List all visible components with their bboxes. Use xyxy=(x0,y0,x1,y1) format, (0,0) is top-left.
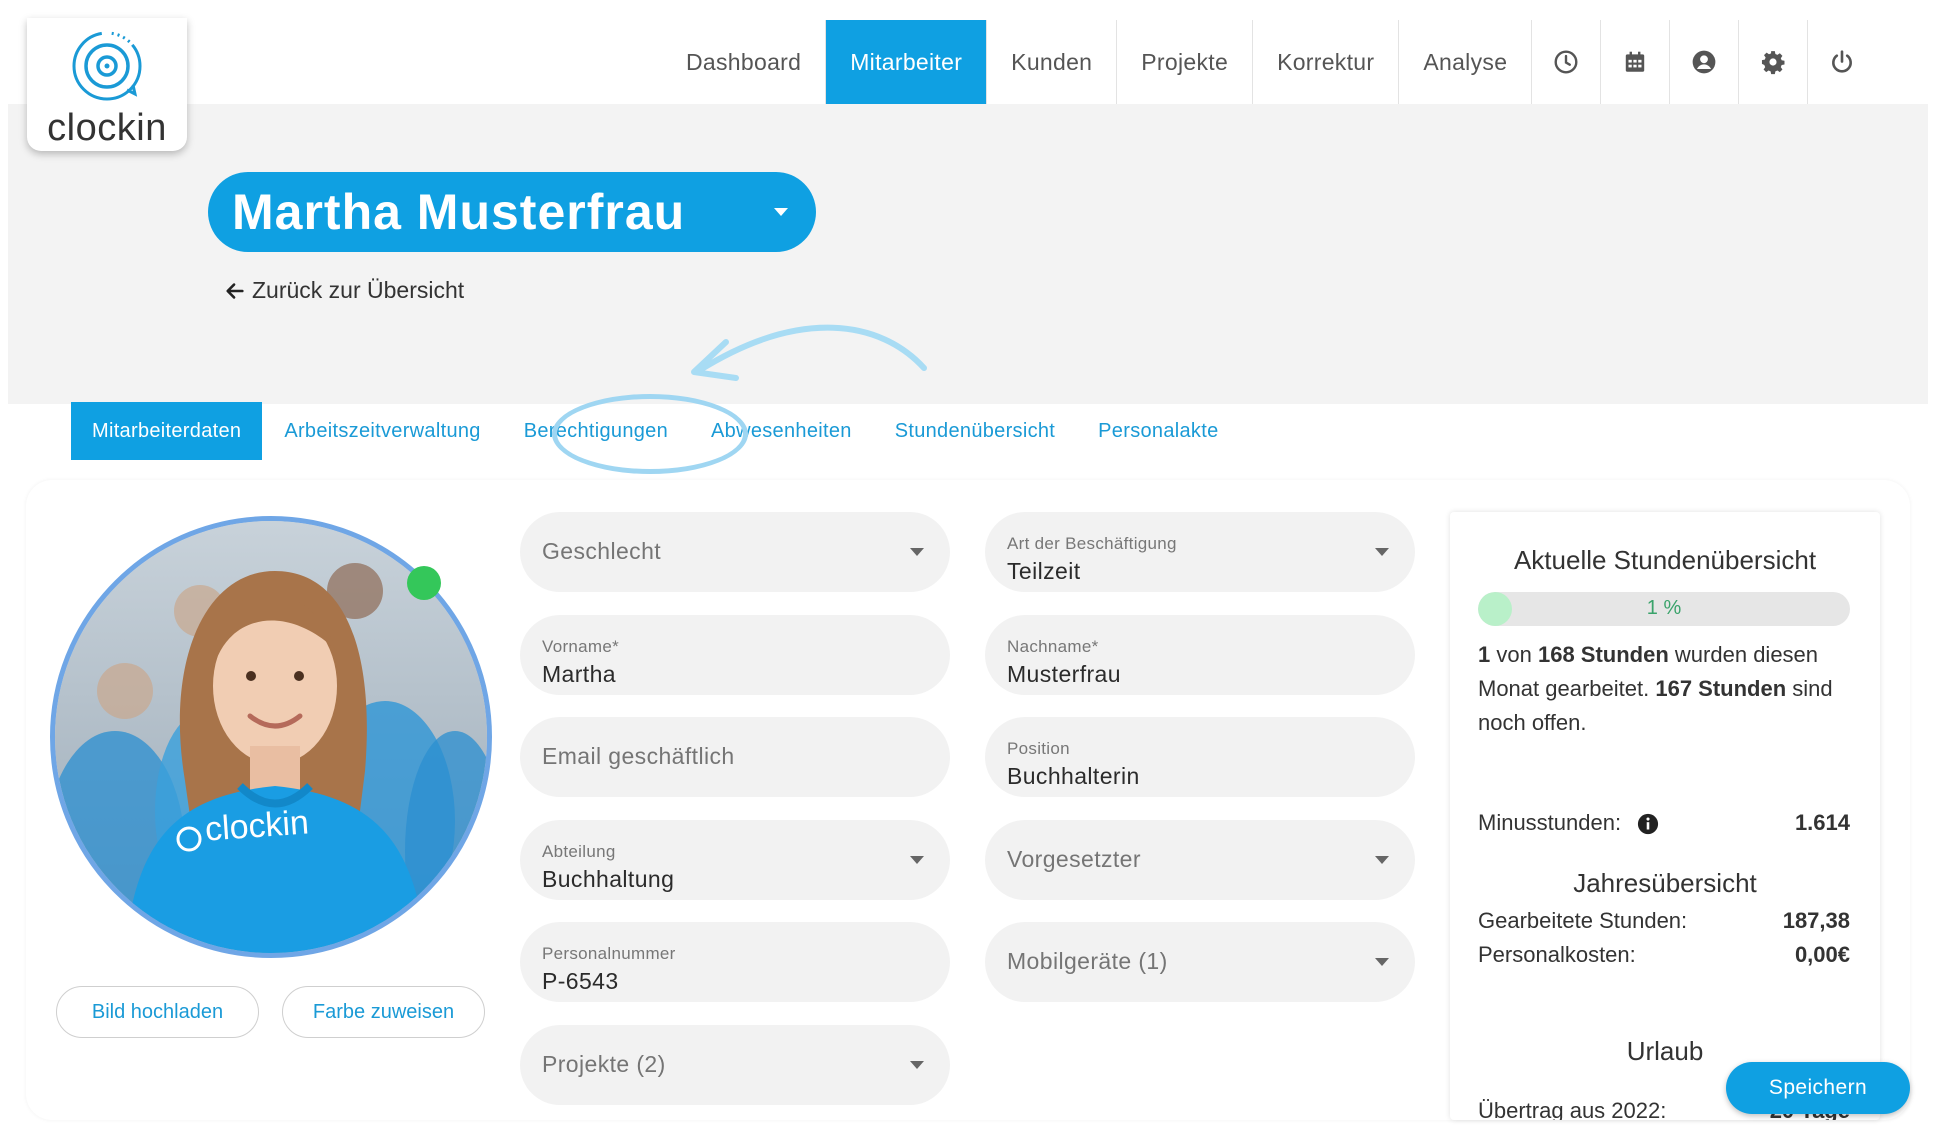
back-to-overview-link[interactable]: Zurück zur Übersicht xyxy=(224,277,464,304)
last-name-value: Musterfrau xyxy=(1007,661,1121,687)
top-navigation: Dashboard Mitarbeiter Kunden Projekte Ko… xyxy=(0,0,1940,104)
calendar-icon xyxy=(1626,51,1645,72)
header-band xyxy=(8,104,1928,404)
minus-hours-value: 1.614 xyxy=(1794,810,1850,835)
caret-down-icon xyxy=(910,548,924,556)
nav-item-dashboard[interactable]: Dashboard xyxy=(662,20,825,104)
mobile-devices-select[interactable]: Mobilgeräte (1) xyxy=(985,922,1415,1002)
caret-down-icon xyxy=(910,1061,924,1069)
caret-down-icon xyxy=(774,208,788,216)
last-name-label: Nachname* xyxy=(1007,637,1099,656)
nav-item-korrektur[interactable]: Korrektur xyxy=(1252,20,1398,104)
caret-down-icon xyxy=(910,856,924,864)
caret-down-icon xyxy=(1375,958,1389,966)
caret-down-icon xyxy=(1375,856,1389,864)
minus-hours-row: Minusstunden: 1.614 xyxy=(1478,810,1850,836)
nav-item-mitarbeiter[interactable]: Mitarbeiter xyxy=(825,20,987,104)
summary-von: von xyxy=(1496,642,1532,667)
projects-select[interactable]: Projekte (2) xyxy=(520,1025,950,1105)
supervisor-select[interactable]: Vorgesetzter xyxy=(985,820,1415,900)
info-icon[interactable] xyxy=(1637,813,1659,835)
nav-profile-button[interactable] xyxy=(1669,20,1738,104)
minus-hours-label: Minusstunden: xyxy=(1478,810,1622,835)
personnel-number-value: P-6543 xyxy=(542,968,619,994)
employment-type-select[interactable]: Art der Beschäftigung Teilzeit xyxy=(985,512,1415,592)
position-value: Buchhalterin xyxy=(1007,763,1140,789)
annotation-arrow-icon xyxy=(691,324,927,381)
first-name-field[interactable]: Vorname* Martha xyxy=(520,615,950,695)
personnel-number-label: Personalnummer xyxy=(542,944,676,963)
first-name-value: Martha xyxy=(542,661,616,687)
personnel-costs-label: Personalkosten: xyxy=(1478,942,1636,967)
worked-hours-row: Gearbeitete Stunden: 187,38 xyxy=(1478,908,1850,934)
employee-name: Martha Musterfrau xyxy=(232,184,686,240)
nav-menu: Dashboard Mitarbeiter Kunden Projekte Ko… xyxy=(662,20,1876,104)
tab-personalakte[interactable]: Personalakte xyxy=(1098,402,1218,460)
employee-selector[interactable]: Martha Musterfrau xyxy=(208,172,816,252)
first-name-label: Vorname* xyxy=(542,637,620,656)
annual-overview-title: Jahresübersicht xyxy=(1573,868,1757,898)
clock-icon xyxy=(1554,50,1578,74)
logo-text: clockin xyxy=(47,107,167,149)
worked-hours: 1 xyxy=(1478,642,1491,667)
gender-select[interactable]: Geschlecht xyxy=(520,512,950,592)
worked-hours-label: Gearbeitete Stunden: xyxy=(1478,908,1688,933)
hours-progress-bar: 1 % xyxy=(1478,592,1850,626)
nav-settings-button[interactable] xyxy=(1738,20,1807,104)
open-hours: 167 Stunden xyxy=(1655,676,1787,701)
gear-icon xyxy=(1762,51,1785,75)
tab-mitarbeiterdaten[interactable]: Mitarbeiterdaten xyxy=(71,402,263,460)
mobile-devices-placeholder: Mobilgeräte (1) xyxy=(1007,948,1168,974)
target-hours: 168 Stunden xyxy=(1537,642,1669,667)
nav-calendar-button[interactable] xyxy=(1600,20,1669,104)
user-icon xyxy=(1692,50,1716,74)
nav-item-kunden[interactable]: Kunden xyxy=(986,20,1116,104)
nav-clock-button[interactable] xyxy=(1531,20,1600,104)
online-status-dot xyxy=(407,566,441,600)
power-icon xyxy=(1832,50,1853,73)
logo[interactable]: clockin xyxy=(27,18,187,151)
department-select[interactable]: Abteilung Buchhaltung xyxy=(520,820,950,900)
tab-arbeitszeitverwaltung[interactable]: Arbeitszeitverwaltung xyxy=(284,402,480,460)
hours-summary-panel: Aktuelle Stundenübersicht 1 % 1 von 168 … xyxy=(1450,512,1880,1120)
personnel-number-field[interactable]: Personalnummer P-6543 xyxy=(520,922,950,1002)
employment-type-label: Art der Beschäftigung xyxy=(1007,534,1177,553)
department-label: Abteilung xyxy=(542,842,616,861)
nav-logout-button[interactable] xyxy=(1807,20,1876,104)
shirt-logo-text: clockin xyxy=(203,803,311,849)
progress-label: 1 % xyxy=(1646,597,1682,619)
position-label: Position xyxy=(1007,739,1070,758)
business-email-field[interactable]: Email geschäftlich xyxy=(520,717,950,797)
department-value: Buchhaltung xyxy=(542,866,675,892)
personnel-costs-value: 0,00€ xyxy=(1794,942,1850,967)
tab-stundenuebersicht[interactable]: Stundenübersicht xyxy=(895,402,1055,460)
supervisor-placeholder: Vorgesetzter xyxy=(1007,846,1141,872)
projects-placeholder: Projekte (2) xyxy=(542,1051,666,1077)
nav-item-projekte[interactable]: Projekte xyxy=(1116,20,1252,104)
last-name-field[interactable]: Nachname* Musterfrau xyxy=(985,615,1415,695)
worked-hours-value: 187,38 xyxy=(1782,908,1850,933)
back-link-label: Zurück zur Übersicht xyxy=(252,277,465,303)
position-field[interactable]: Position Buchhalterin xyxy=(985,717,1415,797)
personnel-costs-row: Personalkosten: 0,00€ xyxy=(1478,942,1850,968)
assign-color-button[interactable]: Farbe zuweisen xyxy=(282,986,485,1038)
caret-down-icon xyxy=(1375,548,1389,556)
hours-summary-text: 1 von 168 Stunden wurden diesen Monat ge… xyxy=(1478,638,1858,740)
carryover-label: Übertrag aus 2022: xyxy=(1478,1098,1667,1120)
arrow-left-icon xyxy=(226,282,244,299)
save-button[interactable]: Speichern xyxy=(1726,1062,1910,1114)
gender-placeholder: Geschlecht xyxy=(542,538,662,564)
clockin-logo-icon xyxy=(72,31,142,101)
upload-image-button[interactable]: Bild hochladen xyxy=(56,986,259,1038)
annotation-circle xyxy=(552,394,748,474)
summary-title: Aktuelle Stundenübersicht xyxy=(1513,545,1817,575)
employment-type-value: Teilzeit xyxy=(1007,558,1081,584)
nav-item-analyse[interactable]: Analyse xyxy=(1398,20,1531,104)
business-email-placeholder: Email geschäftlich xyxy=(542,743,735,769)
